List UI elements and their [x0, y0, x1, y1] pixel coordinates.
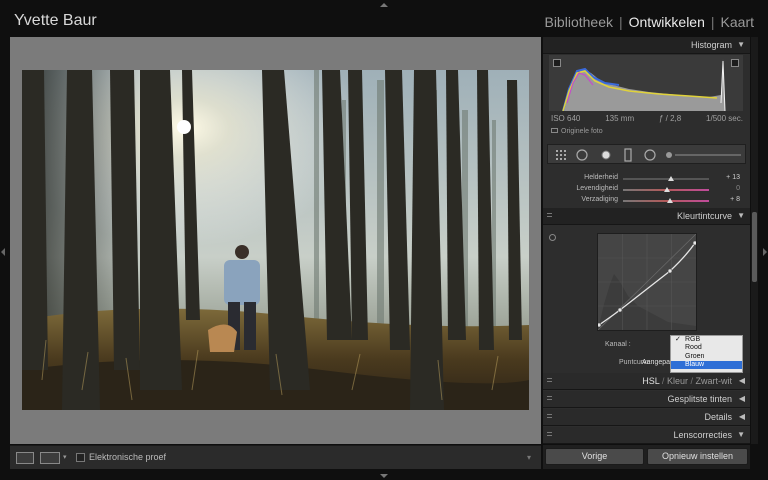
collapse-triangle-icon: ▼	[737, 430, 745, 439]
red-eye-icon	[601, 150, 611, 160]
panel-grip-icon[interactable]	[547, 213, 552, 217]
module-bibliotheek[interactable]: Bibliotheek	[544, 14, 613, 30]
tone-curve-header[interactable]: Kleurtintcurve ▼	[543, 208, 750, 225]
tone-curve-title: Kleurtintcurve	[676, 211, 732, 221]
clarity-label: Helderheid	[584, 174, 618, 181]
split-toning-header[interactable]: Gesplitste tinten ◀	[543, 391, 750, 408]
split-toning-title: Gesplitste tinten	[667, 394, 732, 404]
tab-separator: /	[690, 376, 693, 386]
clarity-thumb[interactable]	[668, 176, 674, 181]
panel-grip-icon[interactable]	[547, 396, 552, 400]
vibrance-thumb[interactable]	[664, 187, 670, 192]
tool-strip	[547, 144, 746, 164]
module-separator: |	[618, 14, 623, 30]
saturation-value[interactable]: + 8	[712, 196, 740, 203]
module-ontwikkelen[interactable]: Ontwikkelen	[629, 14, 705, 30]
option-label: Rood	[685, 344, 702, 352]
panel-grip-icon[interactable]	[547, 432, 552, 436]
channel-dropdown-menu[interactable]: ✓ RGB Rood Groen Blauw	[670, 335, 743, 373]
hsl-header[interactable]: HSL / Kleur / Zwart-wit ◀	[543, 373, 750, 390]
develop-right-panel: Histogram ▼ ISO 640 135 mm ƒ / 2,8 1/500…	[543, 37, 750, 444]
aperture-value: ƒ / 2,8	[658, 114, 682, 123]
tab-separator: /	[661, 376, 665, 386]
clarity-track[interactable]	[623, 178, 709, 180]
loupe-view-icon[interactable]	[16, 452, 34, 464]
original-photo-row[interactable]: Originele foto	[551, 128, 603, 135]
iso-value: ISO 640	[551, 114, 581, 123]
histogram-header[interactable]: Histogram ▼	[543, 37, 750, 54]
crop-overlay-icon	[556, 150, 566, 160]
spot-removal-icon	[576, 149, 588, 161]
forest-photo-image	[22, 70, 529, 410]
module-picker: Bibliotheek | Ontwikkelen | Kaart	[544, 14, 754, 30]
vibrance-value[interactable]: 0	[712, 185, 740, 192]
filmstrip-toggle-icon[interactable]	[380, 474, 388, 478]
saturation-label: Verzadiging	[581, 196, 618, 203]
expand-triangle-icon: ◀	[738, 412, 745, 421]
view-toolbar: ▾ Elektronische proef ▾	[10, 445, 541, 469]
clarity-value[interactable]: + 13	[712, 174, 740, 181]
scrollbar-thumb[interactable]	[752, 212, 757, 282]
histogram-title: Histogram	[690, 40, 732, 50]
tab-kleur[interactable]: Kleur	[667, 376, 688, 386]
lens-corrections-header[interactable]: Lenscorrecties ▼	[543, 427, 750, 444]
checkmark-icon: ✓	[675, 336, 681, 343]
option-label: Blauw	[685, 360, 705, 368]
module-header: Yvette Baur Bibliotheek | Ontwikkelen | …	[0, 0, 768, 36]
right-panel-toggle-icon[interactable]	[763, 248, 767, 256]
histogram-curves	[562, 59, 726, 111]
details-title: Details	[704, 412, 732, 422]
targeted-adjustment-icon[interactable]	[549, 234, 556, 241]
before-after-dropdown-icon[interactable]: ▾	[63, 453, 67, 461]
details-header[interactable]: Details ◀	[543, 409, 750, 426]
photo-canvas[interactable]	[10, 37, 541, 444]
module-separator: |	[710, 14, 715, 30]
panel-grip-icon[interactable]	[547, 378, 552, 382]
panel-bottom-buttons: Vorige Opnieuw instellen	[543, 445, 750, 469]
shutter-value: 1/500 sec.	[706, 114, 743, 123]
tab-zwart-wit[interactable]: Zwart-wit	[696, 376, 733, 386]
previous-button[interactable]: Vorige	[545, 448, 644, 465]
option-label: Groen	[685, 352, 705, 360]
channel-option-rood[interactable]: Rood	[671, 344, 742, 352]
original-photo-label: Originele foto	[561, 128, 603, 135]
histogram-graph[interactable]	[549, 55, 743, 111]
saturation-track[interactable]	[623, 200, 709, 202]
focal-length-value: 135 mm	[605, 114, 635, 123]
tone-curve-plot	[596, 233, 698, 331]
left-panel-toggle-icon[interactable]	[1, 248, 5, 256]
collapse-triangle-icon: ▼	[737, 40, 745, 49]
exif-info-row: ISO 640 135 mm ƒ / 2,8 1/500 sec.	[551, 114, 743, 123]
expand-triangle-icon: ◀	[738, 376, 745, 385]
panel-grip-icon[interactable]	[547, 414, 552, 418]
graduated-filter-icon	[624, 148, 632, 162]
radial-filter-icon	[644, 149, 656, 161]
vibrance-label: Levendigheid	[576, 185, 618, 192]
expand-triangle-icon: ◀	[738, 394, 745, 403]
before-after-icon[interactable]	[40, 452, 60, 464]
module-kaart[interactable]: Kaart	[721, 14, 754, 30]
hsl-tabs: HSL / Kleur / Zwart-wit	[642, 376, 732, 386]
reset-button[interactable]: Opnieuw instellen	[647, 448, 748, 465]
channel-label: Kanaal :	[605, 341, 631, 348]
identity-plate: Yvette Baur	[14, 12, 97, 29]
original-photo-icon	[551, 128, 558, 133]
channel-option-blauw[interactable]: Blauw	[671, 360, 742, 370]
tone-curve-graph[interactable]	[596, 233, 698, 331]
forest-photo[interactable]	[22, 70, 529, 410]
soft-proof-checkbox[interactable]	[76, 453, 85, 462]
soft-proof-label: Elektronische proef	[89, 452, 167, 462]
channel-option-groen[interactable]: Groen	[671, 353, 742, 361]
tab-hsl[interactable]: HSL	[642, 376, 659, 386]
panel-scrollbar[interactable]	[751, 37, 758, 444]
tool-strip-icons	[556, 148, 741, 162]
lens-corrections-title: Lenscorrecties	[673, 430, 732, 440]
saturation-thumb[interactable]	[667, 198, 673, 203]
brush-slider-track	[675, 154, 741, 156]
collapse-triangle-icon: ▼	[737, 211, 745, 220]
option-label: RGB	[685, 336, 701, 343]
toolbar-menu-icon[interactable]: ▾	[527, 453, 531, 462]
adjustment-brush-icon	[666, 152, 672, 158]
channel-option-rgb[interactable]: ✓ RGB	[671, 336, 742, 344]
